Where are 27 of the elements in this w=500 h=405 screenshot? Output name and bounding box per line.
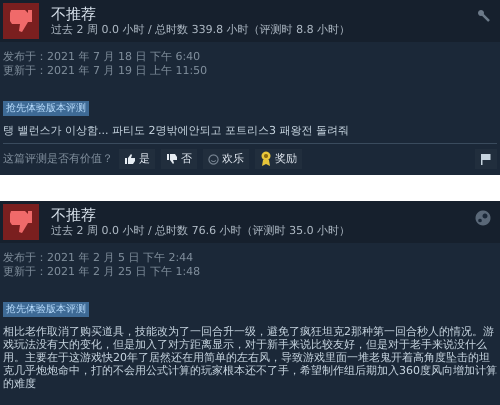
early-access-tag: 抢先体验版本评测 [3, 101, 89, 116]
wrench-icon [477, 9, 491, 23]
award-icon [260, 151, 272, 167]
vote-button[interactable]: 欢乐 [203, 149, 249, 169]
updated-date: 更新于：2021 年 2 月 25 日 下午 1:48 [3, 265, 202, 279]
playtime-text: 过去 2 周 0.0 小时 / 总时数 339.8 小时（评测时 8.8 小时） [51, 23, 352, 37]
playtime-text: 过去 2 周 0.0 小时 / 总时数 76.6 小时（评测时 35.0 小时） [51, 224, 352, 238]
report-button[interactable] [475, 149, 497, 169]
updated-date: 更新于：2021 年 7 月 19 日 上午 11:50 [3, 64, 208, 78]
thumbs-down-icon [3, 204, 39, 240]
steam-logo-icon [475, 210, 491, 226]
helpful-prompt: 这篇评测是否有价值？ [3, 150, 113, 167]
vote-button[interactable]: 否 [161, 149, 197, 169]
flag-icon [480, 153, 492, 165]
thumbs-down-icon [3, 3, 39, 39]
review-verdict: 不推荐 [51, 206, 97, 224]
vote-button[interactable]: 是 [119, 149, 155, 169]
review-text: 탱 밸런스가 이상함... 파티도 2명밖에안되고 포트리스3 패왕전 돌려줘 [2, 123, 350, 139]
thumbs-down-icon [166, 153, 178, 165]
review-text: 相比老作取消了购买道具，技能改为了一回合升一级，避免了疯狂坦克2那种第一回合秒人的情况。游戏玩法没有大的变化，但是加入了对方距离显示，对于新手来说比较友好，但是对于老手来说没什么用。主要在于这游戏快20年了居然还在用简单的左右风，导致游戏里面一堆老鬼开着高角度坠击的坦克几乎炮炮命中，打的不会用公式计算的玩家根本还不了手，希望制作组后期加入360度风向增加计算的难度 [2, 324, 498, 392]
posted-date: 发布于：2021 年 2 月 5 日 下午 2:44 [3, 251, 194, 265]
posted-date: 发布于：2021 年 7 月 18 日 下午 6:40 [3, 50, 202, 64]
vote-button[interactable]: 奖励 [255, 149, 302, 169]
smiley-icon [208, 154, 219, 164]
review-verdict: 不推荐 [51, 5, 97, 23]
thumbs-up-icon [124, 153, 136, 165]
early-access-tag: 抢先体验版本评测 [3, 302, 89, 317]
